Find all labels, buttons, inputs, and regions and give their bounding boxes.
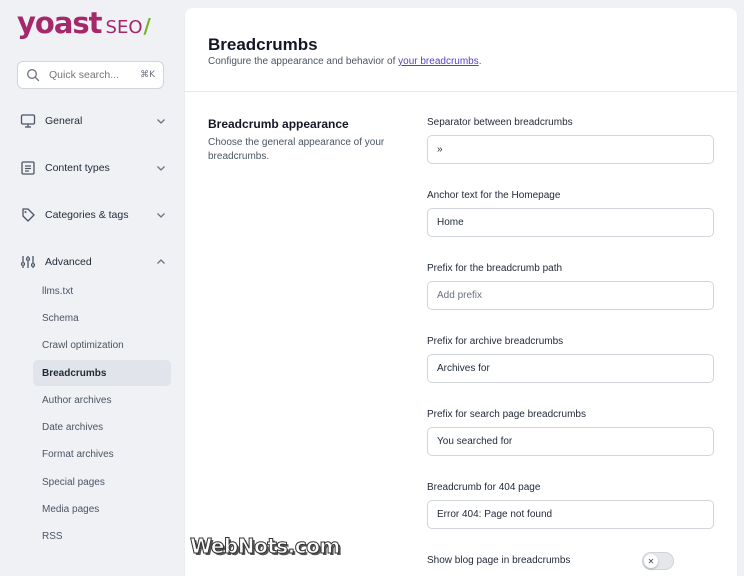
logo-product: SEO — [105, 17, 143, 38]
sidebar-item-llms-txt[interactable]: llms.txt — [33, 278, 171, 304]
homepage-anchor-label: Anchor text for the Homepage — [427, 190, 561, 201]
page-title: Breadcrumbs — [208, 35, 318, 54]
separator-input[interactable] — [437, 144, 704, 155]
separator-field[interactable] — [427, 135, 714, 164]
homepage-anchor-input[interactable] — [437, 217, 704, 228]
sidebar-item-crawl-optimization[interactable]: Crawl optimization — [33, 332, 171, 358]
404-breadcrumb-field[interactable] — [427, 500, 714, 529]
toggle-off-icon: ✕ — [644, 554, 658, 568]
sidebar-item-schema[interactable]: Schema — [33, 305, 171, 331]
page-subtitle: Configure the appearance and behavior of… — [208, 56, 482, 67]
search-prefix-label: Prefix for search page breadcrumbs — [427, 409, 586, 420]
nav-group-categories-tags[interactable]: Categories & tags — [17, 203, 167, 227]
archive-prefix-field[interactable] — [427, 354, 714, 383]
section-title: Breadcrumb appearance — [208, 117, 349, 131]
search-prefix-field[interactable] — [427, 427, 714, 456]
tag-icon — [19, 206, 37, 224]
sliders-icon — [19, 253, 37, 271]
subtitle-text: Configure the appearance and behavior of — [208, 56, 399, 67]
search-prefix-input[interactable] — [437, 436, 704, 447]
nav-group-label: Advanced — [45, 256, 92, 268]
archive-prefix-input[interactable] — [437, 363, 704, 374]
sidebar-item-author-archives[interactable]: Author archives — [33, 387, 171, 413]
sidebar-item-breadcrumbs[interactable]: Breadcrumbs — [33, 360, 171, 386]
sidebar: yoast SEO / ⌘K General Content types — [0, 0, 184, 576]
nav-group-general[interactable]: General — [17, 109, 167, 133]
nav-group-label: General — [45, 115, 83, 127]
404-breadcrumb-input[interactable] — [437, 509, 704, 520]
blog-page-toggle[interactable]: ✕ — [642, 552, 674, 570]
nav-group-label: Content types — [45, 162, 110, 174]
nav-group-advanced[interactable]: Advanced — [17, 250, 167, 274]
archive-prefix-label: Prefix for archive breadcrumbs — [427, 336, 564, 347]
path-prefix-label: Prefix for the breadcrumb path — [427, 263, 563, 274]
document-icon — [19, 159, 37, 177]
search-input[interactable] — [49, 69, 133, 81]
chevron-up-icon — [155, 256, 167, 268]
watermark: WebNots.com — [190, 534, 341, 559]
monitor-icon — [19, 112, 37, 130]
quick-search[interactable]: ⌘K — [17, 61, 164, 89]
separator-label: Separator between breadcrumbs — [427, 117, 573, 128]
sidebar-item-special-pages[interactable]: Special pages — [33, 469, 171, 495]
sidebar-item-media-pages[interactable]: Media pages — [33, 496, 171, 522]
main-panel: Breadcrumbs Configure the appearance and… — [185, 8, 737, 576]
sidebar-item-format-archives[interactable]: Format archives — [33, 441, 171, 467]
nav-group-content-types[interactable]: Content types — [17, 156, 167, 180]
chevron-down-icon — [155, 162, 167, 174]
breadcrumbs-help-link[interactable]: your breadcrumbs — [398, 56, 479, 67]
homepage-anchor-field[interactable] — [427, 208, 714, 237]
search-icon — [26, 68, 40, 82]
sidebar-item-date-archives[interactable]: Date archives — [33, 414, 171, 440]
header-divider — [185, 91, 737, 92]
subtitle-suffix: . — [478, 56, 482, 67]
path-prefix-field[interactable] — [427, 281, 714, 310]
search-shortcut: ⌘K — [140, 70, 155, 80]
chevron-down-icon — [155, 115, 167, 127]
404-breadcrumb-label: Breadcrumb for 404 page — [427, 482, 541, 493]
sidebar-item-rss[interactable]: RSS — [33, 523, 171, 549]
section-description: Choose the general appearance of your br… — [208, 137, 385, 162]
path-prefix-input[interactable] — [437, 290, 704, 301]
nav-group-label: Categories & tags — [45, 209, 129, 221]
chevron-down-icon — [155, 209, 167, 221]
blog-page-toggle-label: Show blog page in breadcrumbs — [427, 555, 571, 566]
yoast-seo-logo[interactable]: yoast SEO / — [17, 6, 151, 42]
logo-wordmark: yoast — [17, 6, 103, 40]
logo-slash: / — [143, 14, 151, 38]
